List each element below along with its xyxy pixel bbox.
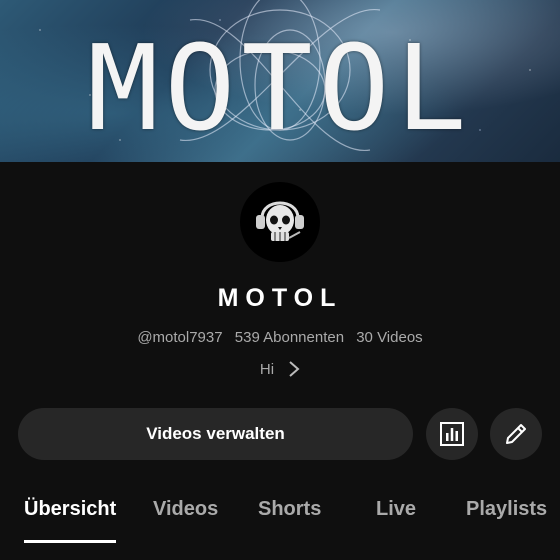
analytics-button[interactable] [426,408,478,460]
subscriber-count: 539 Abonnenten [234,329,345,346]
tab-videos[interactable]: Videos [153,498,218,521]
channel-banner: MOTOL [0,0,560,162]
tab-overview[interactable]: Übersicht [24,498,116,521]
pencil-icon [506,424,526,444]
description-text: Hi [259,360,275,378]
channel-handle: @motol7937 [137,329,223,346]
tab-shorts[interactable]: Shorts [258,498,321,521]
chevron-right-icon [289,361,300,377]
manage-videos-button[interactable]: Videos verwalten [18,408,413,460]
active-tab-indicator [24,540,116,543]
channel-description[interactable]: Hi [0,360,560,378]
tab-playlists[interactable]: Playlists [466,498,547,521]
banner-title: MOTOL [87,19,473,157]
channel-avatar[interactable] [240,182,320,262]
channel-meta: @motol7937 539 Abonnenten 30 Videos [0,329,560,346]
channel-name: MOTOL [217,284,343,312]
channel-tabs: Übersicht Videos Shorts Live Playlists [0,490,560,560]
skull-avatar-icon [256,201,304,241]
bar-chart-icon [440,422,464,446]
edit-channel-button[interactable] [490,408,542,460]
tab-live[interactable]: Live [376,498,416,521]
video-count: 30 Videos [356,329,423,346]
